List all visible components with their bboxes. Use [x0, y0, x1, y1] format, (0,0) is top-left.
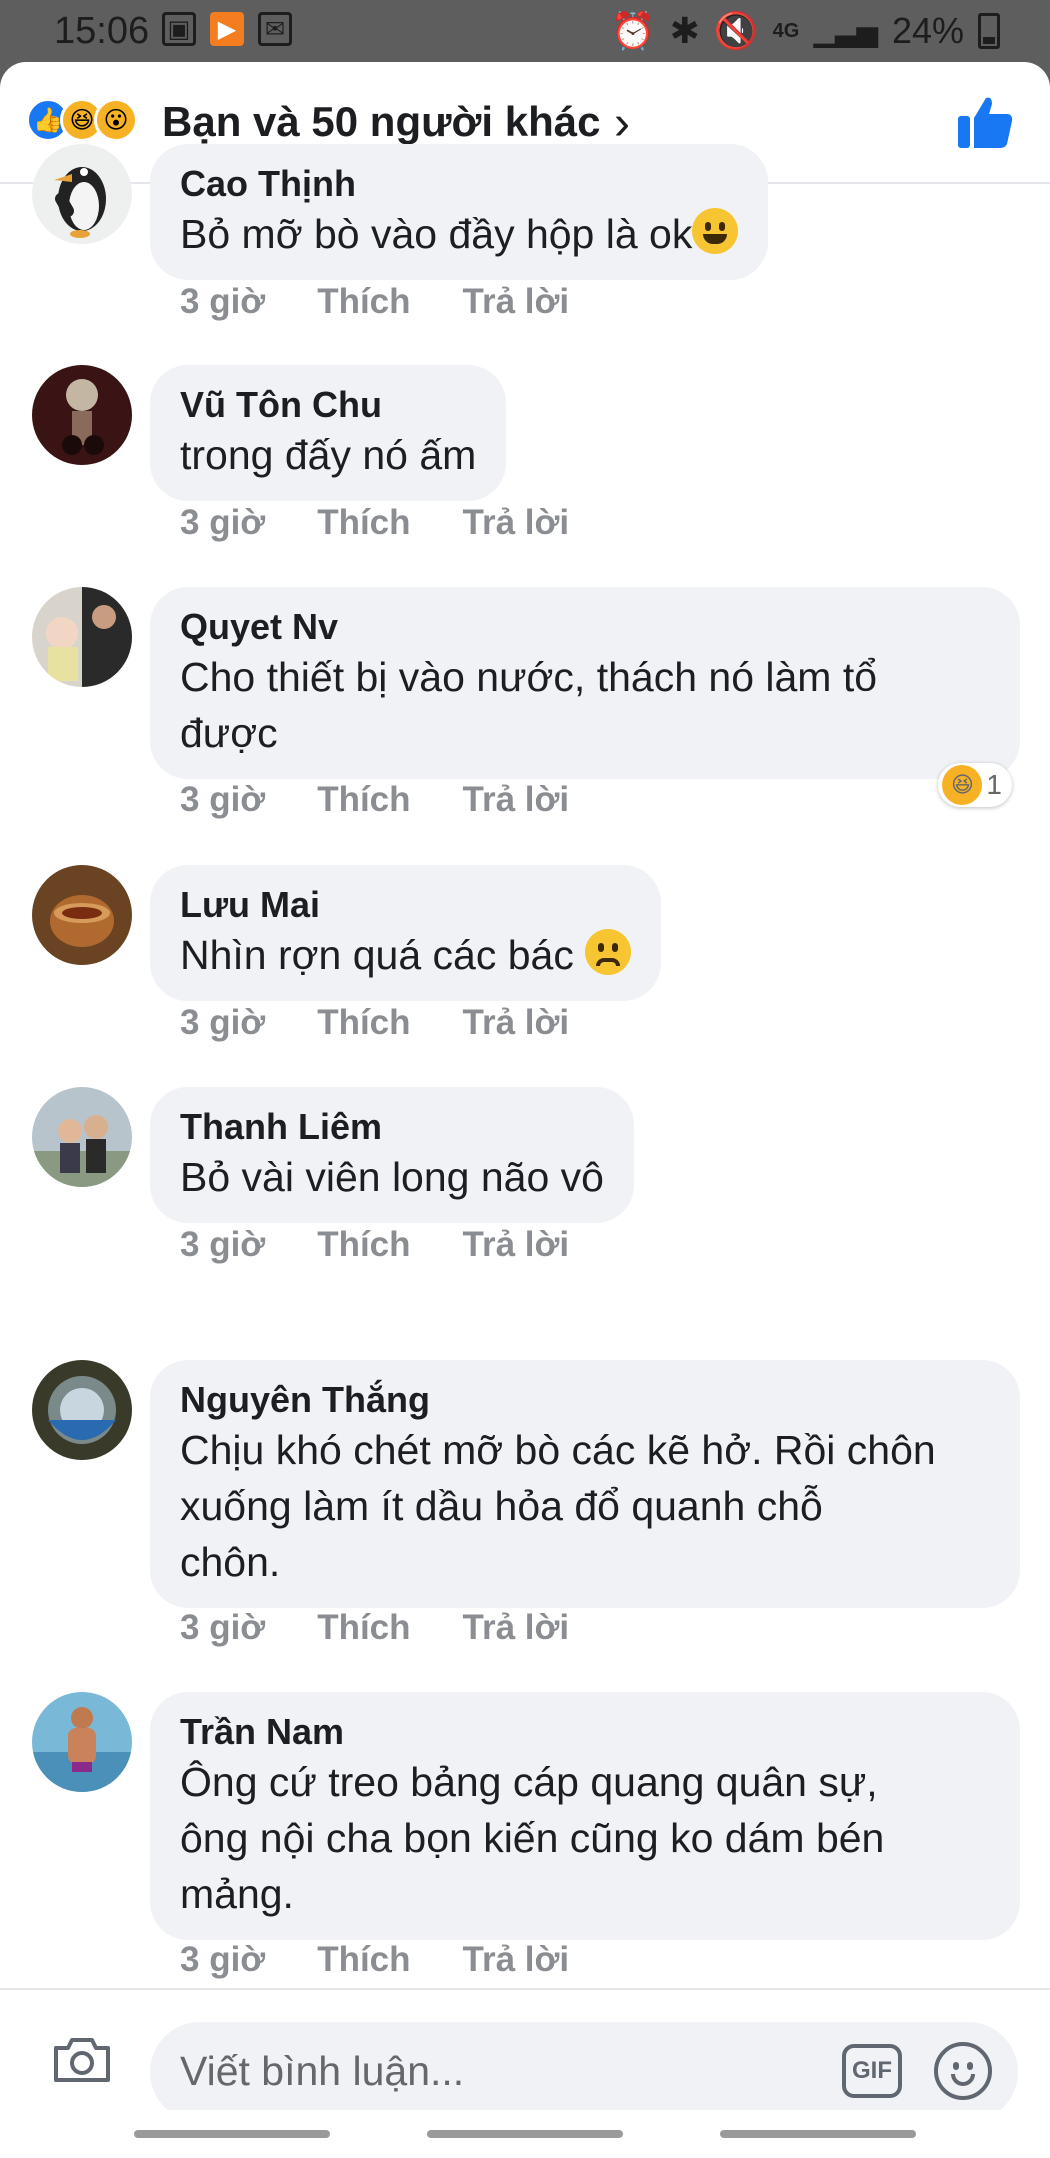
gif-button[interactable]: GIF	[842, 2044, 902, 2098]
comment-input[interactable]: Viết bình luận... GIF	[150, 2022, 1018, 2122]
battery-icon	[978, 13, 1000, 49]
nav-home-button[interactable]	[427, 2130, 623, 2138]
comment-actions: 3 giờ Thích Trả lời	[180, 1940, 621, 1980]
play-icon: ▶	[210, 12, 244, 46]
comment-actions: 3 giờ Thích Trả lời	[180, 1608, 621, 1648]
comment-bubble[interactable]: Trần Nam Ông cứ treo bảng cáp quang quân…	[150, 1692, 1020, 1940]
reaction-icons: 👍 😆 😮	[26, 98, 138, 142]
system-icons: ⏰ ✱ 🔇 4G ▁▃▅ 24%	[611, 10, 1000, 52]
status-bar: 15:06 ▣ ▶ ✉ ⏰ ✱ 🔇 4G ▁▃▅ 24%	[0, 0, 1050, 62]
avatar[interactable]	[32, 1692, 132, 1792]
emoji-picker-icon[interactable]	[934, 2042, 992, 2100]
comment-actions: 3 giờ Thích Trả lời	[180, 503, 621, 543]
comment-actions: 3 giờ Thích Trả lời	[180, 282, 621, 322]
comment-input-placeholder: Viết bình luận...	[180, 2048, 465, 2094]
signal-icon: ▁▃▅	[813, 15, 878, 47]
comment-text-line: chôn.	[180, 1539, 281, 1585]
avatar[interactable]	[32, 865, 132, 965]
comment-author[interactable]: Cao Thịnh	[180, 162, 738, 206]
reply-link[interactable]: Trả lời	[463, 1003, 570, 1043]
reply-link[interactable]: Trả lời	[463, 1940, 570, 1980]
chevron-right-icon[interactable]: ›	[614, 96, 630, 151]
bluetooth-icon: ✱	[669, 10, 700, 51]
mute-icon: 🔇	[713, 10, 759, 51]
comment-author[interactable]: Vũ Tôn Chu	[180, 383, 476, 427]
like-link[interactable]: Thích	[317, 282, 410, 322]
comment-text-line: được	[180, 710, 278, 756]
comment-text-line: mảng.	[180, 1871, 294, 1917]
reactions-summary[interactable]: Bạn và 50 người khác	[162, 98, 600, 146]
comment-time: 3 giờ	[180, 1608, 266, 1647]
alarm-icon: ⏰	[610, 10, 656, 51]
comment-bubble[interactable]: Cao Thịnh Bỏ mỡ bò vào đầy hộp là ok	[150, 144, 769, 280]
like-link[interactable]: Thích	[317, 780, 410, 820]
comment-author[interactable]: Trần Nam	[180, 1710, 990, 1754]
comment-bubble[interactable]: Vũ Tôn Chu trong đấy nó ấm	[150, 365, 507, 501]
comment-text-line: Ông cứ treo bảng cáp quang quân sự,	[180, 1759, 878, 1805]
comment-bubble[interactable]: Lưu Mai Nhìn rợn quá các bác	[150, 865, 662, 1001]
comment-time: 3 giờ	[180, 282, 266, 321]
reaction-count: 1	[986, 769, 1002, 800]
avatar[interactable]	[32, 144, 132, 244]
like-link[interactable]: Thích	[317, 1608, 410, 1648]
comment-text-line: xuống làm ít dầu hỏa đổ quanh chỗ	[180, 1483, 823, 1529]
reaction-count-badge[interactable]: 😆 1	[938, 763, 1012, 807]
comment-time: 3 giờ	[180, 780, 266, 819]
like-link[interactable]: Thích	[317, 1225, 410, 1265]
reply-link[interactable]: Trả lời	[463, 1225, 570, 1265]
nav-recents-button[interactable]	[134, 2130, 330, 2138]
reply-link[interactable]: Trả lời	[463, 282, 570, 322]
reply-link[interactable]: Trả lời	[463, 780, 570, 820]
nav-back-button[interactable]	[720, 2130, 916, 2138]
comment-bubble[interactable]: Nguyên Thắng Chịu khó chét mỡ bò các kẽ …	[150, 1360, 1020, 1608]
comment-text: trong đấy nó ấm	[180, 432, 477, 478]
like-link[interactable]: Thích	[317, 1940, 410, 1980]
mail-icon: ✉	[258, 12, 292, 46]
system-nav-bar	[0, 2110, 1050, 2158]
avatar[interactable]	[32, 365, 132, 465]
comment-actions: 3 giờ Thích Trả lời	[180, 1225, 621, 1265]
reply-link[interactable]: Trả lời	[463, 1608, 570, 1648]
haha-reaction-icon: 😆	[942, 765, 983, 805]
camera-icon[interactable]	[52, 2036, 112, 2084]
comment-author[interactable]: Nguyên Thắng	[180, 1378, 990, 1422]
battery-percent: 24%	[891, 10, 964, 51]
network-type: 4G	[772, 19, 800, 42]
reply-link[interactable]: Trả lời	[463, 503, 570, 543]
comment-actions: 3 giờ Thích Trả lời	[180, 1003, 621, 1043]
gallery-icon: ▣	[162, 12, 196, 46]
comment-time: 3 giờ	[180, 1003, 266, 1042]
comment-actions: 3 giờ Thích Trả lời	[180, 780, 621, 820]
avatar[interactable]	[32, 1360, 132, 1460]
comment-author[interactable]: Lưu Mai	[180, 883, 631, 927]
avatar[interactable]	[32, 587, 132, 687]
grinning-emoji-icon	[692, 208, 739, 254]
comment-text: Bỏ vài viên long não vô	[180, 1154, 604, 1200]
comment-time: 3 giờ	[180, 503, 266, 542]
comment-text-line: Chịu khó chét mỡ bò các kẽ hở. Rồi chôn	[180, 1427, 936, 1473]
comment-author[interactable]: Thanh Liêm	[180, 1105, 604, 1149]
comment-author[interactable]: Quyet Nv	[180, 605, 990, 649]
avatar[interactable]	[32, 1087, 132, 1187]
comment-text-line: Cho thiết bị vào nước, thách nó làm tổ	[180, 654, 878, 700]
comment-text: Bỏ mỡ bò vào đầy hộp là ok	[180, 206, 739, 262]
comment-bubble[interactable]: Quyet Nv Cho thiết bị vào nước, thách nó…	[150, 587, 1020, 779]
comments-sheet: 👍 😆 😮 Bạn và 50 người khác › Cao Thịnh B…	[0, 62, 1050, 2158]
wow-reaction-icon: 😮	[94, 98, 138, 142]
comment-text: Nhìn rợn quá các bác	[180, 927, 632, 983]
comment-time: 3 giờ	[180, 1940, 266, 1979]
like-link[interactable]: Thích	[317, 1003, 410, 1043]
comment-time: 3 giờ	[180, 1225, 266, 1264]
status-time: 15:06	[54, 10, 150, 52]
comment-text-line: ông nội cha bọn kiến cũng ko dám bén	[180, 1815, 885, 1861]
frowning-emoji-icon	[585, 929, 632, 975]
comment-bubble[interactable]: Thanh Liêm Bỏ vài viên long não vô	[150, 1087, 634, 1223]
notification-icons: ▣ ▶ ✉	[162, 12, 292, 46]
like-link[interactable]: Thích	[317, 503, 410, 543]
like-button-icon[interactable]	[956, 94, 1014, 150]
